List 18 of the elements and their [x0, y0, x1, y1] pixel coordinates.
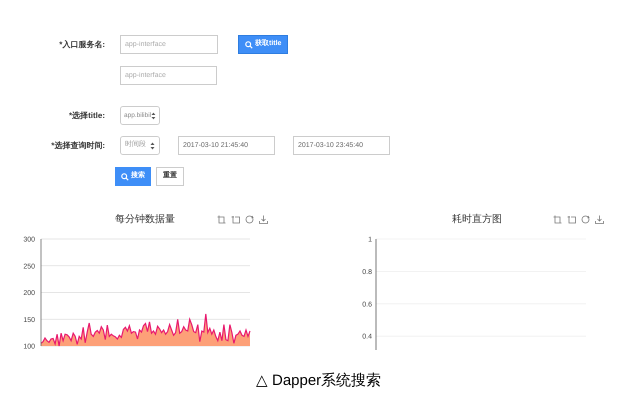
download-icon[interactable] [259, 214, 268, 224]
caret-icon [151, 112, 156, 120]
zoom-reset-icon[interactable] [231, 214, 240, 224]
field-label: *选择查询时间: [50, 140, 105, 152]
search-icon [245, 40, 253, 48]
refresh-icon[interactable] [245, 214, 254, 224]
refresh-icon[interactable] [581, 214, 590, 224]
caret-icon [150, 142, 155, 150]
field-label: *入口服务名: [58, 38, 105, 50]
zoom-reset-icon[interactable] [567, 214, 576, 224]
zoom-icon[interactable] [217, 214, 226, 224]
chart-title: 每分钟数据量 [115, 212, 175, 226]
zoom-icon[interactable] [553, 214, 562, 224]
download-icon[interactable] [595, 214, 604, 224]
search-icon [121, 172, 129, 180]
figure-caption: △ Dapper系统搜索 [256, 371, 382, 391]
field-label: *选择title: [68, 110, 105, 122]
chart-title: 耗时直方图 [452, 212, 502, 226]
